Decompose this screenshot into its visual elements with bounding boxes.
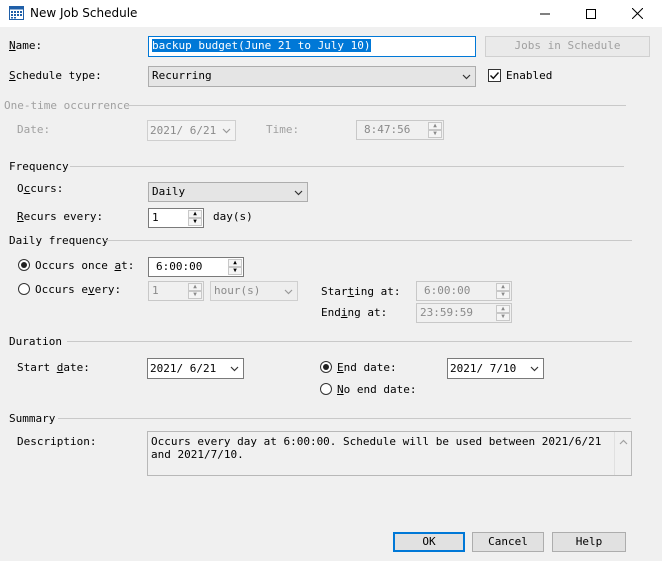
divider <box>106 240 632 241</box>
occurs-every-input[interactable]: 1 ▲ ▼ <box>148 281 204 301</box>
time-spinner[interactable]: ▲ ▼ <box>428 122 442 138</box>
occurs-every-label: Occurs every: <box>35 283 122 296</box>
one-time-date-value: 2021/ 6/21 <box>150 124 217 137</box>
one-time-date-label: Date: <box>17 123 51 136</box>
ending-at-input[interactable]: 23:59:59 ▲ ▼ <box>416 303 512 323</box>
window-title: New Job Schedule <box>30 6 138 20</box>
recurs-every-label: Recurs every: <box>17 210 104 223</box>
chevron-down-icon <box>294 190 303 196</box>
description-scrollbar[interactable] <box>614 432 631 475</box>
spin-up-icon: ▲ <box>496 283 510 291</box>
starting-spinner[interactable]: ▲ ▼ <box>496 283 510 299</box>
end-date-label: End date: <box>337 361 397 374</box>
name-value: backup budget(June 21 to July 10) <box>152 39 371 52</box>
occurs-label: Occurs: <box>17 182 64 195</box>
chevron-down-icon <box>462 74 471 80</box>
ending-at-label: Ending at: <box>321 306 388 319</box>
starting-at-value: 6:00:00 <box>424 284 471 297</box>
chevron-down-icon <box>230 366 239 372</box>
spin-up-icon: ▲ <box>228 259 242 267</box>
end-date-radio[interactable] <box>320 361 332 373</box>
ending-at-value: 23:59:59 <box>420 306 473 319</box>
end-date-picker[interactable]: 2021/ 7/10 <box>447 358 544 379</box>
occurs-every-radio[interactable] <box>18 283 30 295</box>
occurs-once-radio[interactable] <box>18 259 30 271</box>
one-time-time-input[interactable]: 8:47:56 ▲ ▼ <box>356 120 444 140</box>
recurs-every-value: 1 <box>152 211 159 224</box>
cancel-button[interactable]: Cancel <box>472 532 544 552</box>
summary-heading: Summary <box>9 412 56 425</box>
occurs-select[interactable]: Daily <box>148 182 308 202</box>
chevron-down-icon <box>222 128 231 134</box>
start-date-value: 2021/ 6/21 <box>150 362 217 375</box>
spin-down-icon: ▼ <box>188 291 202 299</box>
daily-frequency-heading: Daily frequency <box>9 234 109 247</box>
spin-up-icon: ▲ <box>188 210 202 218</box>
minimize-button[interactable] <box>522 0 568 27</box>
ok-button[interactable]: OK <box>393 532 465 552</box>
ending-spinner[interactable]: ▲ ▼ <box>496 305 510 321</box>
spin-down-icon: ▼ <box>496 291 510 299</box>
recurs-unit-label: day(s) <box>213 210 253 223</box>
spin-down-icon: ▼ <box>228 267 242 275</box>
one-time-time-label: Time: <box>266 123 300 136</box>
enabled-checkbox[interactable] <box>488 69 501 82</box>
spin-down-icon: ▼ <box>496 313 510 321</box>
one-time-date-picker[interactable]: 2021/ 6/21 <box>147 120 236 141</box>
occurs-every-value: 1 <box>152 284 159 297</box>
name-label: Name: <box>9 39 43 52</box>
divider <box>128 105 626 106</box>
spin-down-icon: ▼ <box>188 218 202 226</box>
scroll-up-icon <box>619 439 628 445</box>
checkmark-icon <box>490 72 500 80</box>
recurs-every-input[interactable]: 1 ▲ ▼ <box>148 208 204 228</box>
maximize-icon <box>586 8 596 19</box>
close-button[interactable] <box>614 0 660 27</box>
occurs-once-time-value: 6:00:00 <box>156 260 203 273</box>
jobs-in-schedule-button[interactable]: Jobs in Schedule <box>485 36 650 57</box>
schedule-type-select[interactable]: Recurring <box>148 66 476 87</box>
end-date-value: 2021/ 7/10 <box>450 362 517 375</box>
occurs-every-unit-select[interactable]: hour(s) <box>210 281 298 301</box>
divider <box>58 418 631 419</box>
spin-up-icon: ▲ <box>496 305 510 313</box>
title-bar: New Job Schedule <box>0 0 662 27</box>
no-end-date-label: No end date: <box>337 383 417 396</box>
divider <box>70 166 624 167</box>
divider <box>67 341 632 342</box>
schedule-type-value: Recurring <box>152 69 212 82</box>
description-text: Occurs every day at 6:00:00. Schedule wi… <box>151 435 602 461</box>
every-spinner[interactable]: ▲ ▼ <box>188 283 202 299</box>
close-icon <box>631 8 643 19</box>
occurs-value: Daily <box>152 185 186 198</box>
spin-up-icon: ▲ <box>428 122 442 130</box>
occurs-every-unit-value: hour(s) <box>214 284 261 297</box>
no-end-date-radio[interactable] <box>320 383 332 395</box>
one-time-heading: One-time occurrence <box>4 99 130 112</box>
description-textarea[interactable]: Occurs every day at 6:00:00. Schedule wi… <box>147 431 632 476</box>
minimize-icon <box>540 13 550 14</box>
recurs-spinner[interactable]: ▲ ▼ <box>188 210 202 226</box>
enabled-label: Enabled <box>506 69 553 82</box>
calendar-icon <box>9 6 24 20</box>
chevron-down-icon <box>530 366 539 372</box>
one-time-time-value: 8:47:56 <box>364 123 411 136</box>
maximize-button[interactable] <box>568 0 614 27</box>
occurs-once-label: Occurs once at: <box>35 259 135 272</box>
description-label: Description: <box>17 435 97 448</box>
spin-down-icon: ▼ <box>428 130 442 138</box>
start-date-label: Start date: <box>17 361 90 374</box>
duration-heading: Duration <box>9 335 62 348</box>
chevron-down-icon <box>284 289 293 295</box>
starting-at-input[interactable]: 6:00:00 ▲ ▼ <box>416 281 512 301</box>
occurs-once-time-input[interactable]: 6:00:00 ▲ ▼ <box>148 257 244 277</box>
help-button[interactable]: Help <box>552 532 626 552</box>
spin-up-icon: ▲ <box>188 283 202 291</box>
starting-at-label: Starting at: <box>321 285 401 298</box>
frequency-heading: Frequency <box>9 160 69 173</box>
once-time-spinner[interactable]: ▲ ▼ <box>228 259 242 275</box>
schedule-type-label: Schedule type: <box>9 69 102 82</box>
start-date-picker[interactable]: 2021/ 6/21 <box>147 358 244 379</box>
name-input[interactable]: backup budget(June 21 to July 10) <box>148 36 476 57</box>
